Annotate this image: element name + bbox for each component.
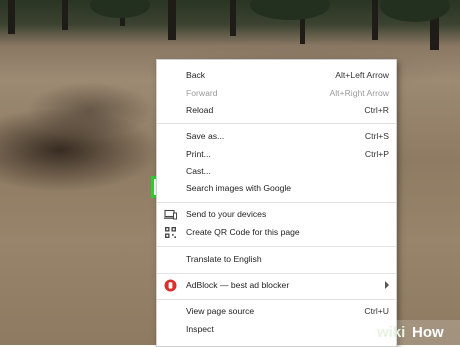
menu-item-label: Save as... (186, 131, 225, 141)
tree-trunk (372, 0, 378, 40)
menu-item-qr-code[interactable]: Create QR Code for this page (157, 224, 396, 241)
foliage (380, 0, 450, 22)
menu-separator (157, 123, 396, 124)
watermark-text: How (412, 324, 444, 341)
menu-separator (157, 246, 396, 247)
menu-item-label: Reload (186, 105, 214, 115)
menu-item-label: Translate to English (186, 254, 262, 264)
menu-item-label: Search images with Google (186, 183, 292, 193)
menu-item-send-devices[interactable]: Send to your devices (157, 206, 396, 223)
menu-item-label: Back (186, 70, 206, 80)
menu-item-label: Print... (186, 149, 211, 159)
shortcut-text: Ctrl+S (364, 131, 389, 141)
menu-item-label: View page source (186, 306, 255, 316)
adblock-icon (164, 279, 177, 292)
menu-item-label: Cast... (186, 166, 211, 176)
foliage (250, 0, 330, 20)
device-icon (164, 208, 177, 221)
shortcut-text: Ctrl+U (364, 306, 389, 316)
foliage (90, 0, 150, 18)
wikihow-watermark: wiki How (367, 320, 460, 345)
menu-item-label: AdBlock — best ad blocker (186, 280, 290, 290)
menu-item-label: Create QR Code for this page (186, 227, 300, 237)
tree-trunk (62, 0, 68, 30)
menu-item-label: Forward (186, 88, 218, 98)
menu-item-view-source[interactable]: View page source Ctrl+U (157, 303, 396, 320)
shortcut-text: Ctrl+R (364, 105, 389, 115)
menu-item-inspect[interactable]: Inspect (157, 321, 396, 338)
menu-separator (157, 202, 396, 203)
menu-separator (157, 273, 396, 274)
shortcut-text: Alt+Right Arrow (329, 88, 389, 98)
menu-item-label: Inspect (186, 324, 214, 334)
menu-item-adblock[interactable]: AdBlock — best ad blocker (157, 277, 396, 294)
submenu-arrow-icon (385, 281, 389, 289)
tree-trunk (230, 0, 236, 36)
menu-separator (157, 299, 396, 300)
watermark-text: wiki (377, 324, 406, 341)
menu-item-save-as[interactable]: Save as... Ctrl+S (157, 128, 396, 145)
menu-item-cast[interactable]: Cast... (157, 163, 396, 180)
context-menu: Back Alt+Left Arrow Forward Alt+Right Ar… (156, 59, 397, 347)
menu-item-reload[interactable]: Reload Ctrl+R (157, 102, 396, 119)
menu-item-back[interactable]: Back Alt+Left Arrow (157, 67, 396, 84)
tree-trunk (168, 0, 176, 40)
menu-item-translate[interactable]: Translate to English (157, 251, 396, 268)
menu-item-label: Send to your devices (186, 209, 267, 219)
qr-code-icon (164, 226, 177, 239)
menu-item-forward[interactable]: Forward Alt+Right Arrow (157, 85, 396, 102)
shortcut-text: Alt+Left Arrow (335, 70, 389, 80)
menu-item-search-images[interactable]: Search images with Google (157, 180, 396, 197)
menu-item-print[interactable]: Print... Ctrl+P (157, 146, 396, 163)
shortcut-text: Ctrl+P (364, 149, 389, 159)
tree-trunk (8, 0, 15, 34)
